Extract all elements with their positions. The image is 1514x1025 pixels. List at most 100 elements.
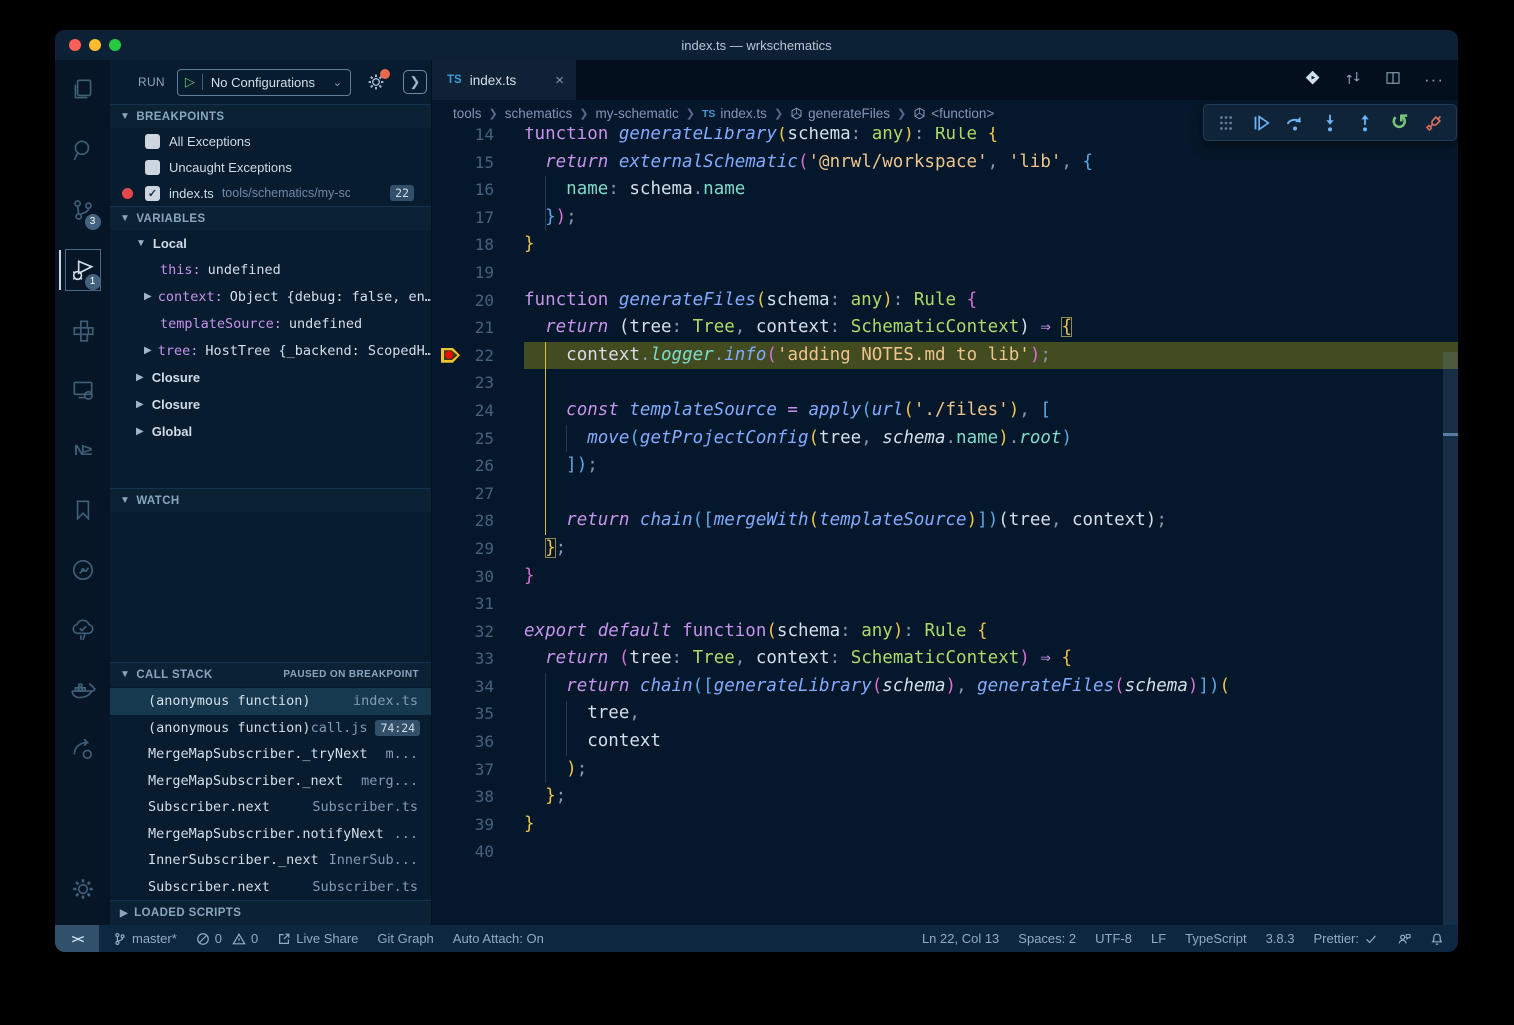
call-stack-frame[interactable]: (anonymous function)index.ts	[110, 688, 431, 715]
status-cursor-position[interactable]: Ln 22, Col 13	[922, 931, 999, 946]
status-indentation[interactable]: Spaces: 2	[1018, 931, 1076, 946]
breadcrumb-item-generateFiles[interactable]: generateFiles	[790, 106, 890, 121]
compare-changes-icon[interactable]	[1344, 69, 1362, 92]
step-out-icon[interactable]	[1352, 110, 1378, 136]
status-warning-count[interactable]: 0	[232, 931, 258, 946]
configure-gear-icon[interactable]	[365, 71, 387, 93]
timeline-icon[interactable]	[59, 540, 107, 600]
code-line[interactable]: 23	[432, 369, 1458, 397]
code-line[interactable]: 20function generateFiles(schema: any): R…	[432, 287, 1458, 315]
continue-icon[interactable]	[1248, 110, 1274, 136]
source-control-icon[interactable]: 3	[59, 180, 107, 240]
status-auto-attach[interactable]: Auto Attach: On	[453, 931, 544, 946]
close-tab-icon[interactable]: ×	[555, 72, 564, 89]
code-line[interactable]: 31	[432, 590, 1458, 618]
status-ts-version[interactable]: 3.8.3	[1266, 931, 1295, 946]
breadcrumb-item-myschematic[interactable]: my-schematic	[596, 106, 679, 121]
code-line[interactable]: 34 return chain([generateLibrary(schema)…	[432, 673, 1458, 701]
code-line[interactable]: 37 );	[432, 756, 1458, 784]
search-icon[interactable]	[59, 120, 107, 180]
step-over-icon[interactable]	[1282, 110, 1308, 136]
code-line[interactable]: 38 };	[432, 783, 1458, 811]
live-share-icon[interactable]	[59, 720, 107, 780]
variables-scope-global[interactable]: ▶Global	[110, 418, 431, 445]
call-stack-frame[interactable]: (anonymous function)call.js74:24	[110, 715, 431, 742]
breakpoint-row[interactable]: ✓index.tstools/schematics/my-sch...22	[110, 180, 431, 206]
tab-index-ts[interactable]: TS index.ts ×	[432, 60, 577, 100]
breadcrumb-item-tools[interactable]: tools	[453, 106, 482, 121]
breadcrumb-item-schematics[interactable]: schematics	[505, 106, 573, 121]
breakpoint-checkbox[interactable]	[145, 160, 160, 175]
code-line[interactable]: 21 return (tree: Tree, context: Schemati…	[432, 314, 1458, 342]
code-line[interactable]: 19	[432, 259, 1458, 287]
variables-section-header[interactable]: ▼ VARIABLES	[110, 206, 431, 230]
loaded-scripts-section-header[interactable]: ▶ LOADED SCRIPTS	[110, 900, 431, 925]
variables-scope-closure[interactable]: ▶Closure	[110, 391, 431, 418]
call-stack-frame[interactable]: MergeMapSubscriber._tryNextm...	[110, 741, 431, 768]
code-line[interactable]: 27	[432, 480, 1458, 508]
extensions-icon[interactable]	[59, 300, 107, 360]
step-into-icon[interactable]	[1317, 110, 1343, 136]
code-line[interactable]: 36 context	[432, 728, 1458, 756]
breadcrumb-item-indexts[interactable]: TSindex.ts	[702, 106, 767, 121]
breakpoint-checkbox[interactable]: ✓	[145, 186, 160, 201]
call-stack-frame[interactable]: MergeMapSubscriber._nextmerg...	[110, 768, 431, 795]
variables-scope-closure[interactable]: ▶Closure	[110, 364, 431, 391]
breadcrumb-item-function[interactable]: <function>	[913, 106, 994, 121]
toolbar-drag-handle[interactable]	[1213, 110, 1239, 136]
variable-row[interactable]: templateSource:undefined	[110, 310, 431, 337]
test-explorer-icon[interactable]	[59, 600, 107, 660]
editor-scrollbar[interactable]	[1443, 352, 1458, 925]
breakpoint-row[interactable]: Uncaught Exceptions	[110, 154, 431, 180]
breakpoint-row[interactable]: All Exceptions	[110, 128, 431, 154]
code-line[interactable]: 15 return externalSchematic('@nrwl/works…	[432, 149, 1458, 177]
code-line[interactable]: 26 ]);	[432, 452, 1458, 480]
code-line[interactable]: 16 name: schema.name	[432, 176, 1458, 204]
code-line[interactable]: 35 tree,	[432, 700, 1458, 728]
code-line[interactable]: 30}	[432, 563, 1458, 591]
code-editor[interactable]: 14function generateLibrary(schema: any):…	[432, 127, 1458, 925]
call-stack-frame[interactable]: InnerSubscriber._nextInnerSub...	[110, 847, 431, 874]
remote-indicator[interactable]: ><	[55, 925, 99, 952]
status-feedback[interactable]	[1397, 932, 1411, 946]
bookmarks-icon[interactable]	[59, 480, 107, 540]
code-line[interactable]: 29 };	[432, 535, 1458, 563]
run-and-debug-icon[interactable]: 1	[59, 240, 107, 300]
call-stack-frame[interactable]: Subscriber.nextSubscriber.ts	[110, 874, 431, 901]
code-line[interactable]: 33 return (tree: Tree, context: Schemati…	[432, 645, 1458, 673]
watch-section-header[interactable]: ▼ WATCH	[110, 488, 431, 512]
open-debug-console-icon[interactable]: ❯	[403, 70, 427, 94]
status-git-graph[interactable]: Git Graph	[377, 931, 433, 946]
call-stack-frame[interactable]: MergeMapSubscriber.notifyNext...	[110, 821, 431, 848]
status-prettier[interactable]: Prettier:	[1313, 931, 1378, 946]
remote-explorer-icon[interactable]	[59, 360, 107, 420]
code-line[interactable]: 17 });	[432, 204, 1458, 232]
docker-icon[interactable]	[59, 660, 107, 720]
code-line[interactable]: 22 context.logger.info('adding NOTES.md …	[432, 342, 1458, 370]
start-debug-icon[interactable]: ▷	[178, 74, 203, 90]
variable-row[interactable]: this:undefined	[110, 256, 431, 283]
code-line[interactable]: 39}	[432, 811, 1458, 839]
more-actions-icon[interactable]: ···	[1424, 70, 1444, 90]
call-stack-frame[interactable]: Subscriber.nextSubscriber.ts	[110, 794, 431, 821]
status-notifications[interactable]	[1430, 932, 1444, 946]
status-git-branch[interactable]: master*	[113, 931, 177, 946]
status-encoding[interactable]: UTF-8	[1095, 931, 1132, 946]
variable-row[interactable]: ▶tree:HostTree {_backend: ScopedH…	[110, 337, 431, 364]
status-live-share[interactable]: Live Share	[277, 931, 358, 946]
disconnect-icon[interactable]	[1421, 110, 1447, 136]
variables-scope-local[interactable]: ▼ Local	[110, 230, 431, 256]
status-language-mode[interactable]: TypeScript	[1185, 931, 1246, 946]
nx-console-icon[interactable]: N≥	[59, 420, 107, 480]
code-line[interactable]: 32export default function(schema: any): …	[432, 618, 1458, 646]
breakpoints-section-header[interactable]: ▼ BREAKPOINTS	[110, 104, 431, 128]
breakpoint-checkbox[interactable]	[145, 134, 160, 149]
status-eol[interactable]: LF	[1151, 931, 1166, 946]
code-line[interactable]: 28 return chain([mergeWith(templateSourc…	[432, 507, 1458, 535]
code-line[interactable]: 40	[432, 838, 1458, 866]
explorer-icon[interactable]	[59, 60, 107, 120]
code-line[interactable]: 18}	[432, 231, 1458, 259]
variable-row[interactable]: ▶context:Object {debug: false, en…	[110, 283, 431, 310]
code-line[interactable]: 25 move(getProjectConfig(tree, schema.na…	[432, 425, 1458, 453]
code-line[interactable]: 24 const templateSource = apply(url('./f…	[432, 397, 1458, 425]
